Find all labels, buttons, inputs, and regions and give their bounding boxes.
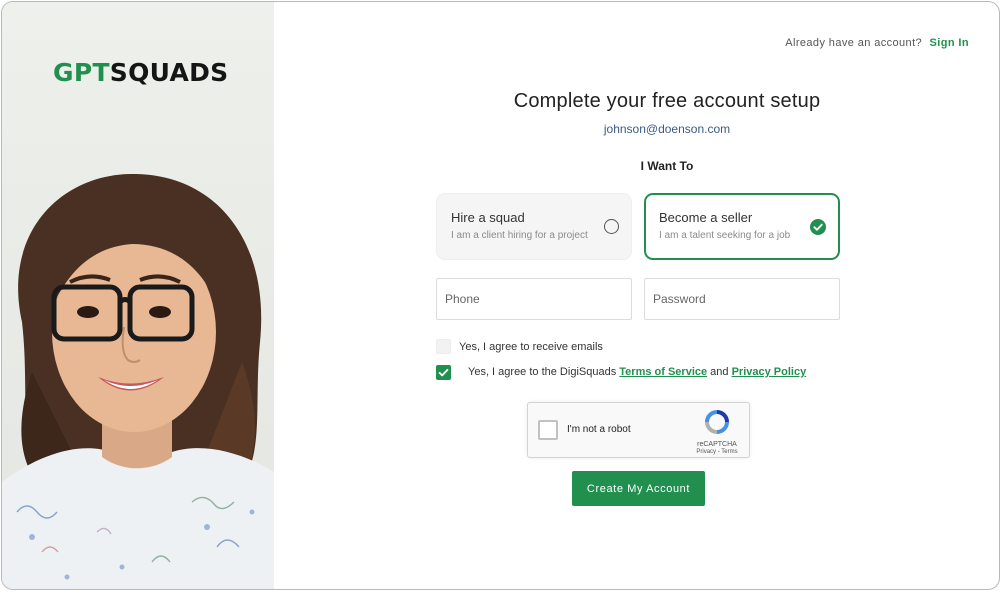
terms-of-service-link[interactable]: Terms of Service (619, 366, 707, 378)
create-account-button[interactable]: Create My Account (572, 471, 705, 506)
signin-link[interactable]: Sign In (930, 37, 969, 49)
agree-terms-and: and (710, 366, 729, 378)
agree-emails-checkbox[interactable] (436, 339, 451, 354)
page-title: Complete your free account setup (513, 90, 821, 112)
check-circle-icon[interactable] (810, 219, 826, 235)
brand-logo: GPTSQUADS (53, 58, 229, 87)
portrait-image (2, 173, 274, 589)
agree-terms-checkbox[interactable] (436, 365, 451, 380)
logo-squads: SQUADS (109, 58, 229, 87)
hero-panel: GPTSQUADS (2, 2, 274, 589)
agree-terms-prefix: Yes, I agree to the DigiSquads (468, 366, 617, 378)
phone-input[interactable] (436, 278, 632, 320)
signin-prompt: Already have an account? Sign In (785, 37, 969, 49)
password-input[interactable] (644, 278, 840, 320)
agree-emails-label: Yes, I agree to receive emails (459, 341, 603, 353)
account-email: johnson@doenson.com (603, 122, 731, 136)
privacy-policy-link[interactable]: Privacy Policy (732, 366, 807, 378)
signup-window: GPTSQUADS Already have an account? Sign … (1, 1, 1000, 590)
recaptcha-branding: reCAPTCHA Privacy - Terms (694, 409, 740, 455)
role-seller-title: Become a seller (659, 210, 753, 225)
recaptcha-checkbox[interactable] (538, 420, 558, 440)
recaptcha-label: I'm not a robot (567, 424, 631, 435)
signin-prompt-text: Already have an account? (785, 37, 923, 49)
recaptcha-widget: I'm not a robot reCAPTCHA Privacy - Term… (527, 402, 750, 458)
role-hire-subtitle: I am a client hiring for a project (451, 230, 588, 241)
role-seller-subtitle: I am a talent seeking for a job (659, 230, 791, 241)
role-option-seller[interactable]: Become a seller I am a talent seeking fo… (644, 193, 840, 260)
recaptcha-terms[interactable]: Privacy - Terms (694, 449, 740, 455)
recaptcha-icon (705, 410, 729, 434)
agree-terms-label: Yes, I agree to the DigiSquads Terms of … (468, 366, 806, 378)
recaptcha-brand: reCAPTCHA (697, 441, 737, 448)
role-hire-title: Hire a squad (451, 210, 525, 225)
role-option-hire[interactable]: Hire a squad I am a client hiring for a … (436, 193, 632, 260)
intent-label: I Want To (640, 159, 694, 173)
radio-unselected-icon[interactable] (604, 219, 619, 234)
logo-gpt: GPT (53, 58, 110, 87)
